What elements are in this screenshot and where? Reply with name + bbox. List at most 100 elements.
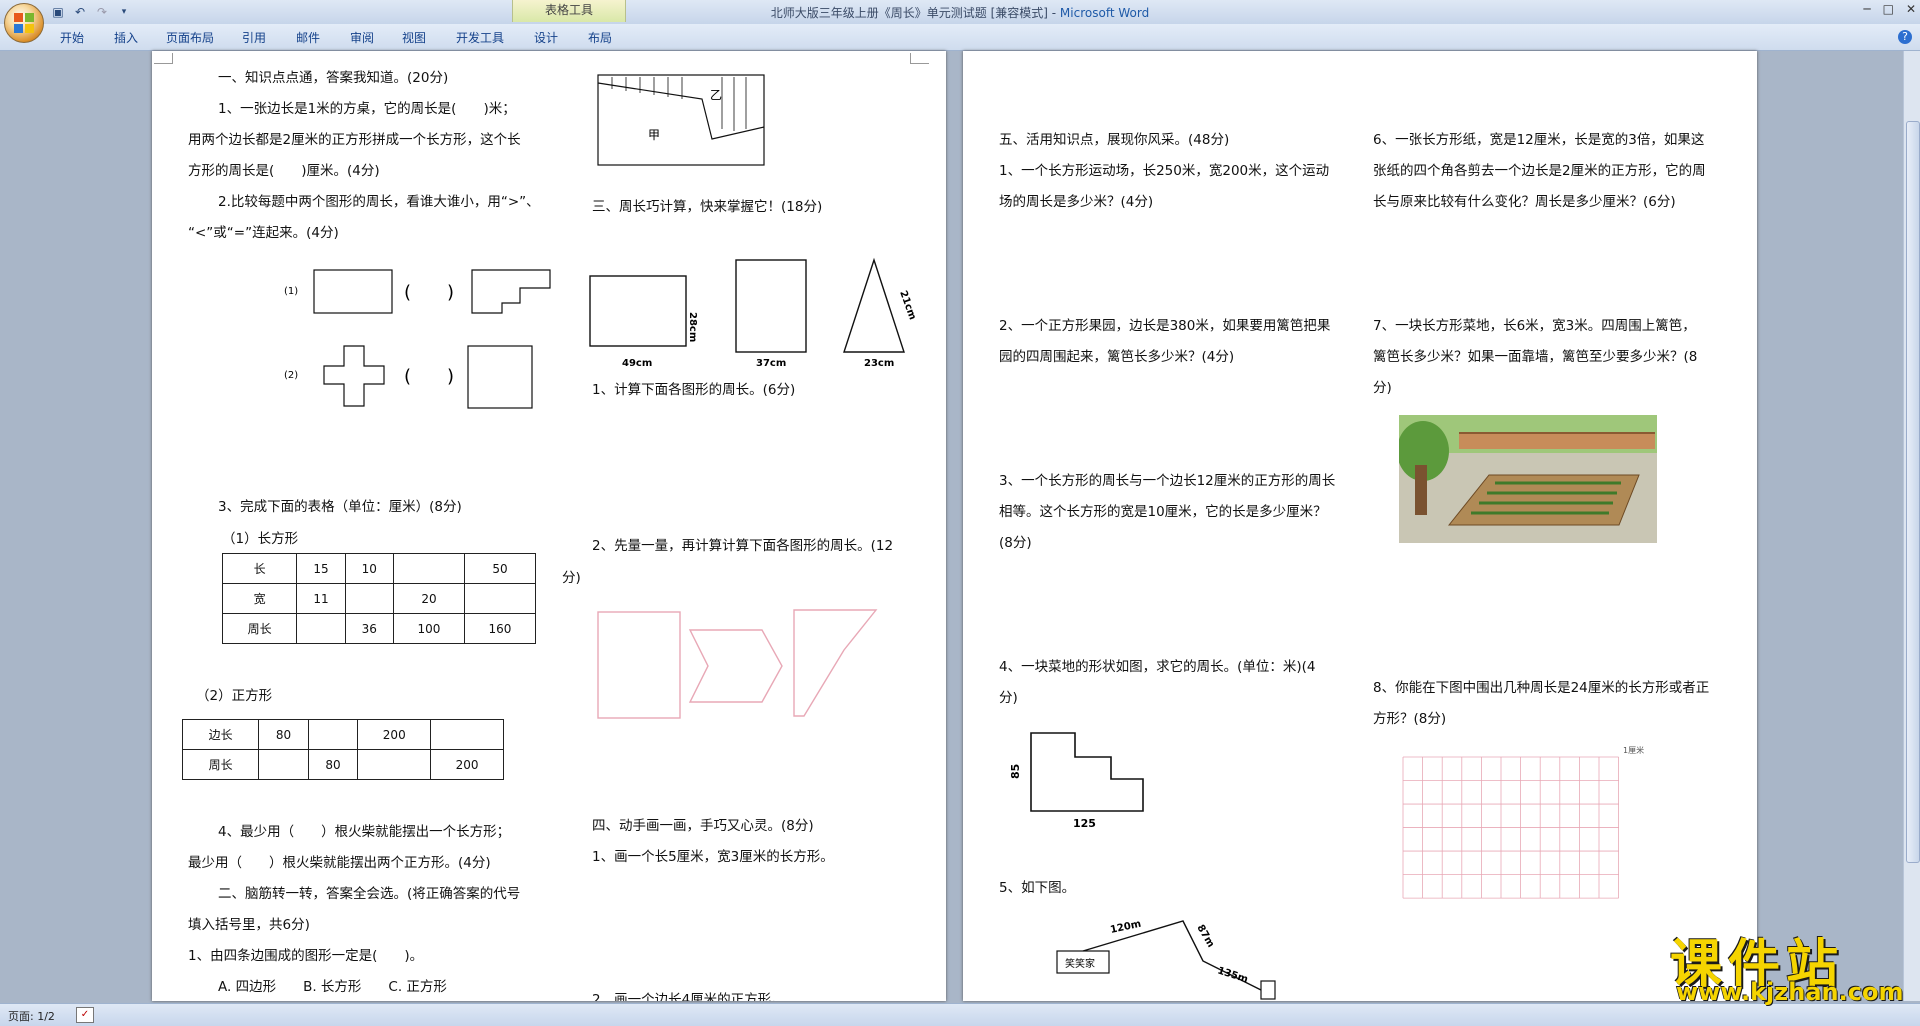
tab-mailings[interactable]: 邮件: [296, 29, 320, 46]
table-row: 宽 11 20: [221, 583, 537, 614]
choice-options: A. 四边形 B. 长方形 C. 正方形: [218, 979, 447, 995]
question-text: 2、一个正方形果园，边长是380米，如果要用篱笆把果: [999, 318, 1331, 334]
quick-access-toolbar: ▣ ↶ ↷ ▾: [50, 3, 132, 21]
tab-design[interactable]: 设计: [534, 29, 558, 46]
office-logo-icon: [14, 13, 34, 33]
question-text: 相等。这个长方形的宽是10厘米，它的长是多少厘米？: [999, 504, 1327, 520]
question-text: 4、最少用（ ）根火柴就能摆出一个长方形；: [218, 824, 511, 840]
measure-shapes-figure: [597, 609, 878, 719]
document-page-2[interactable]: 五、活用知识点，展现你风采。(48分) 1、一个长方形运动场，长250米，宽20…: [963, 51, 1757, 1001]
question-text: 2、画一个边长4厘米的正方形。: [592, 992, 785, 1001]
window-title: 北师大版三年级上册《周长》单元测试题 [兼容模式] - Microsoft Wo…: [560, 4, 1360, 21]
tab-review[interactable]: 审阅: [350, 29, 374, 46]
question-text: 长与原来比较有什么变化？周长是多少厘米？(6分): [1373, 194, 1676, 210]
tab-view[interactable]: 视图: [402, 29, 426, 46]
route-label: 135m: [1216, 965, 1249, 985]
question-text: 1、画一个长5厘米，宽3厘米的长方形。: [592, 849, 834, 865]
question-text: 5、如下图。: [999, 880, 1076, 896]
tab-references[interactable]: 引用: [242, 29, 266, 46]
compare-paren-1: ( ): [404, 282, 454, 303]
region-label-yi: 乙: [710, 88, 722, 102]
table-row: 边长 80 200: [181, 719, 504, 750]
question-text: “<”或“=”连起来。(4分): [188, 225, 339, 241]
question-text: 园的四周围起来，篱笆长多少米？(4分): [999, 349, 1235, 365]
question-text: 分): [562, 570, 581, 586]
save-icon[interactable]: ▣: [50, 4, 66, 20]
grid-unit-label: 1厘米: [1623, 745, 1644, 755]
margin-corner-mark: [910, 53, 929, 64]
shape-label: 49cm: [622, 358, 652, 369]
shape-label: 28cm: [687, 312, 698, 342]
route-label: 120m: [1109, 919, 1142, 936]
window-controls: ─ □ ✕: [1863, 2, 1916, 16]
proofing-icon[interactable]: ✓: [76, 1007, 94, 1023]
app-name: Microsoft Word: [1059, 6, 1150, 20]
question-text: 8、你能在下图中围出几种周长是24厘米的长方形或者正: [1373, 680, 1710, 696]
watermark-url: www.kjzhan.com: [1676, 978, 1904, 1006]
redo-icon[interactable]: ↷: [94, 4, 110, 20]
status-bar: 页面: 1/2 ✓: [0, 1003, 1920, 1026]
undo-icon[interactable]: ↶: [72, 4, 88, 20]
question-text: 1、由四条边围成的图形一定是( )。: [188, 948, 424, 964]
tab-page-layout[interactable]: 页面布局: [166, 29, 214, 46]
question-text: 分): [999, 690, 1018, 706]
region-label-jia: 甲: [648, 128, 660, 142]
minimize-button[interactable]: ─: [1863, 2, 1870, 16]
table-row: 周长 80 200: [181, 749, 504, 780]
question-text: 6、一张长方形纸，宽是12厘米，长是宽的3倍，如果这: [1373, 132, 1705, 148]
question-text: 场的周长是多少米？(4分): [999, 194, 1154, 210]
question-text: 2、先量一量，再计算计算下面各图形的周长。(12: [592, 538, 894, 554]
shape-label: 21cm: [897, 289, 918, 321]
table-row: 周长 36 100 160: [221, 613, 537, 644]
question-text: 3、一个长方形的周长与一个边长12厘米的正方形的周长: [999, 473, 1336, 489]
document-name: 北师大版三年级上册《周长》单元测试题 [兼容模式] -: [770, 6, 1060, 20]
tab-insert[interactable]: 插入: [114, 29, 138, 46]
vertical-scrollbar[interactable]: [1903, 51, 1920, 1001]
question-text: 1、一张边长是1米的方桌，它的周长是( )米；: [218, 101, 516, 117]
question-text: 用两个边长都是2厘米的正方形拼成一个长方形，这个长: [188, 132, 521, 148]
page-count[interactable]: 页面: 1/2: [8, 1008, 55, 1024]
section-3-heading: 三、周长巧计算，快来掌握它！(18分): [592, 199, 823, 215]
question-text: 分): [1373, 380, 1392, 396]
question-text: 篱笆长多少米？如果一面靠墙，篱笆至少要多少米？(8: [1373, 349, 1698, 365]
tab-home[interactable]: 开始: [60, 29, 84, 46]
perimeter-shapes-figure: 28cm 49cm 37cm 21cm 23cm: [589, 257, 918, 369]
section-2-heading: 二、脑筋转一转，答案全会选。(将正确答案的代号: [218, 886, 521, 902]
garden-illustration: [1399, 415, 1657, 543]
route-label-home: 笑笑家: [1065, 957, 1095, 970]
question-text: 7、一块长方形菜地，长6米，宽3米。四周围上篱笆，: [1373, 318, 1696, 334]
question-text: 3、完成下面的表格（单位：厘米）(8分): [218, 499, 462, 515]
square-grid-figure: 1厘米: [1402, 745, 1644, 899]
question-text: 1、计算下面各图形的周长。(6分): [592, 382, 796, 398]
vegetable-field-figure: 85 125: [1009, 732, 1144, 830]
question-text: 方形？(8分): [1373, 711, 1447, 727]
scrollbar-thumb[interactable]: [1906, 121, 1920, 863]
compare-label-2: (2): [284, 370, 298, 381]
square-table: 边长 80 200 周长 80 200: [181, 719, 504, 780]
office-button[interactable]: [4, 3, 44, 43]
question-text: 张纸的四个角各剪去一个边长是2厘米的正方形，它的周: [1373, 163, 1706, 179]
rectangle-table: 长 15 10 50 宽 11 20 周长 36 100 160: [221, 553, 537, 644]
customize-qat-icon[interactable]: ▾: [116, 4, 132, 20]
question-text: 4、一块菜地的形状如图，求它的周长。(单位：米)(4: [999, 659, 1316, 675]
tab-developer[interactable]: 开发工具: [456, 29, 504, 46]
tab-layout[interactable]: 布局: [588, 29, 612, 46]
close-button[interactable]: ✕: [1906, 2, 1916, 16]
section-1-heading: 一、知识点点通，答案我知道。(20分): [218, 70, 449, 86]
document-page-1[interactable]: 一、知识点点通，答案我知道。(20分) 1、一张边长是1米的方桌，它的周长是( …: [152, 51, 946, 1001]
field-label: 85: [1009, 764, 1022, 779]
question-text: 填入括号里，共6分): [188, 917, 310, 933]
compare-label-1: (1): [284, 286, 298, 297]
shape-label: 37cm: [756, 358, 786, 369]
question-text: 1、一个长方形运动场，长250米，宽200米，这个运动: [999, 163, 1330, 179]
field-label: 125: [1073, 817, 1096, 830]
table-caption: （1）长方形: [222, 531, 299, 547]
section-4-heading: 四、动手画一画，手巧又心灵。(8分): [592, 818, 814, 834]
route-figure: 笑笑家 120m 87m 135m: [1056, 919, 1276, 1000]
question-text: 方形的周长是( )厘米。(4分): [188, 163, 380, 179]
maximize-button[interactable]: □: [1883, 2, 1894, 16]
question-text: 最少用（ ）根火柴就能摆出两个正方形。(4分): [188, 855, 491, 871]
help-icon[interactable]: ?: [1898, 30, 1912, 44]
margin-corner-mark: [154, 53, 173, 64]
region-figure: 乙 甲: [597, 74, 765, 166]
